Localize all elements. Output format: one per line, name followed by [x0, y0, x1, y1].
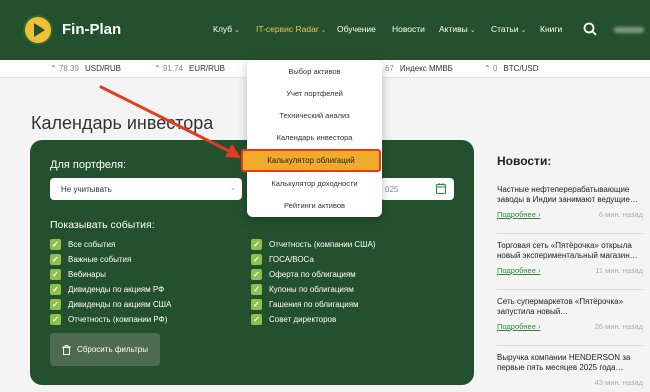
- news-time: 11 мин. назад: [595, 266, 643, 275]
- check-icon[interactable]: ✓: [50, 238, 61, 250]
- divider: [497, 289, 643, 290]
- news-time: 26 мин. назад: [594, 322, 643, 331]
- portfolio-label: Для портфеля:: [50, 159, 127, 171]
- date-input[interactable]: 025: [380, 178, 454, 200]
- menu-item-asset-selection[interactable]: Выбор активов: [247, 67, 382, 76]
- events-label: Показывать события:: [50, 219, 155, 231]
- news-item: Торговая сеть «Пятёрочка» открыла новый …: [497, 241, 643, 275]
- divider: [497, 233, 643, 234]
- checkbox-gosa[interactable]: ✓ ГОСА/ВОСа: [251, 253, 314, 265]
- radar-dropdown-menu: Выбор активов Учет портфелей Технический…: [247, 60, 382, 217]
- brand-name[interactable]: Fin-Plan: [62, 21, 121, 38]
- news-time: 6 мин. назад: [598, 210, 643, 219]
- news-more-link[interactable]: Подробнее ›: [497, 266, 540, 275]
- news-more-link[interactable]: Подробнее ›: [497, 322, 540, 331]
- news-more-link[interactable]: Подробнее ›: [497, 210, 540, 219]
- checkbox-bond-redemption[interactable]: ✓ Гашения по облигациям: [251, 298, 359, 310]
- menu-item-yield-calculator[interactable]: Калькулятор доходности: [247, 179, 382, 188]
- nav-articles[interactable]: Статьи ⌄: [491, 24, 526, 34]
- news-time: 43 мин. назад: [594, 378, 643, 387]
- nav-books[interactable]: Книги: [540, 24, 562, 34]
- checkbox-bond-coupons[interactable]: ✓ Купоны по облигациям: [251, 283, 354, 295]
- site-header: Fin-Plan Клуб ⌄ IT-сервис Radar ⌄ Обучение…: [0, 0, 650, 60]
- nav-assets[interactable]: Активы ⌄: [439, 24, 476, 34]
- page-title: Календарь инвестора: [31, 113, 214, 133]
- check-icon[interactable]: ✓: [50, 268, 61, 280]
- check-icon[interactable]: ✓: [251, 313, 262, 325]
- news-title: Новости:: [497, 154, 552, 168]
- check-icon[interactable]: ✓: [50, 283, 61, 295]
- check-icon[interactable]: ✓: [251, 238, 262, 250]
- nav-club[interactable]: Клуб ⌄: [213, 24, 240, 34]
- ticker-item: ⌃ 91.74 EUR/RUB: [154, 64, 225, 73]
- checkbox-webinars[interactable]: ✓ Вебинары: [50, 268, 106, 280]
- menu-item-technical-analysis[interactable]: Технический анализ: [247, 111, 382, 120]
- news-item: Выручка компании HENDERSON за первые пят…: [497, 353, 643, 387]
- check-icon[interactable]: ✓: [251, 253, 262, 265]
- ticker-item: 67 Индекс ММВБ: [385, 64, 453, 73]
- calendar-icon[interactable]: [436, 183, 446, 194]
- logo-icon[interactable]: [22, 14, 54, 46]
- ticker-item: ⌃ 78.39 USD/RUB: [50, 64, 121, 73]
- news-item: Частные нефтеперерабатывающие заводы в И…: [497, 185, 643, 219]
- check-icon[interactable]: ✓: [50, 298, 61, 310]
- nav-radar[interactable]: IT-сервис Radar ⌄: [256, 24, 327, 34]
- checkbox-reports-us[interactable]: ✓ Отчетность (компании США): [251, 238, 376, 250]
- ticker-item: ⌃ 0 BTC/USD: [484, 64, 539, 73]
- trash-icon: [62, 344, 72, 355]
- checkbox-bond-offer[interactable]: ✓ Оферта по облигациям: [251, 268, 356, 280]
- check-icon[interactable]: ✓: [251, 268, 262, 280]
- check-icon[interactable]: ✓: [251, 283, 262, 295]
- news-text[interactable]: Выручка компании HENDERSON за первые пят…: [497, 353, 643, 373]
- checkbox-board-of-directors[interactable]: ✓ Совет директоров: [251, 313, 336, 325]
- menu-item-bond-calculator[interactable]: Калькулятор облигаций: [241, 149, 381, 172]
- user-menu-blurred[interactable]: [614, 27, 644, 33]
- checkbox-dividends-us[interactable]: ✓ Дивиденды по акциям США: [50, 298, 171, 310]
- check-icon[interactable]: ✓: [50, 313, 61, 325]
- menu-item-asset-ratings[interactable]: Рейтинги активов: [247, 201, 382, 210]
- portfolio-select[interactable]: Не учитывать ⌄: [50, 178, 242, 200]
- menu-item-portfolio-accounting[interactable]: Учет портфелей: [247, 89, 382, 98]
- checkbox-reports-ru[interactable]: ✓ Отчетность (компании РФ): [50, 313, 167, 325]
- check-icon[interactable]: ✓: [251, 298, 262, 310]
- news-text[interactable]: Частные нефтеперерабатывающие заводы в И…: [497, 185, 643, 205]
- nav-news[interactable]: Новости: [392, 24, 425, 34]
- nav-education[interactable]: Обучение: [337, 24, 376, 34]
- menu-item-investor-calendar[interactable]: Календарь инвестора: [247, 133, 382, 142]
- search-icon[interactable]: [583, 22, 597, 36]
- news-text[interactable]: Сеть супермаркетов «Пятёрочка» запустила…: [497, 297, 643, 317]
- news-item: Сеть супермаркетов «Пятёрочка» запустила…: [497, 297, 643, 331]
- news-text[interactable]: Торговая сеть «Пятёрочка» открыла новый …: [497, 241, 643, 261]
- checkbox-dividends-ru[interactable]: ✓ Дивиденды по акциям РФ: [50, 283, 164, 295]
- divider: [497, 345, 643, 346]
- chevron-down-icon: ⌄: [230, 185, 236, 192]
- check-icon[interactable]: ✓: [50, 253, 61, 265]
- checkbox-all-events[interactable]: ✓ Все события: [50, 238, 115, 250]
- reset-filters-button[interactable]: Сбросить фильтры: [50, 333, 160, 366]
- checkbox-important-events[interactable]: ✓ Важные события: [50, 253, 131, 265]
